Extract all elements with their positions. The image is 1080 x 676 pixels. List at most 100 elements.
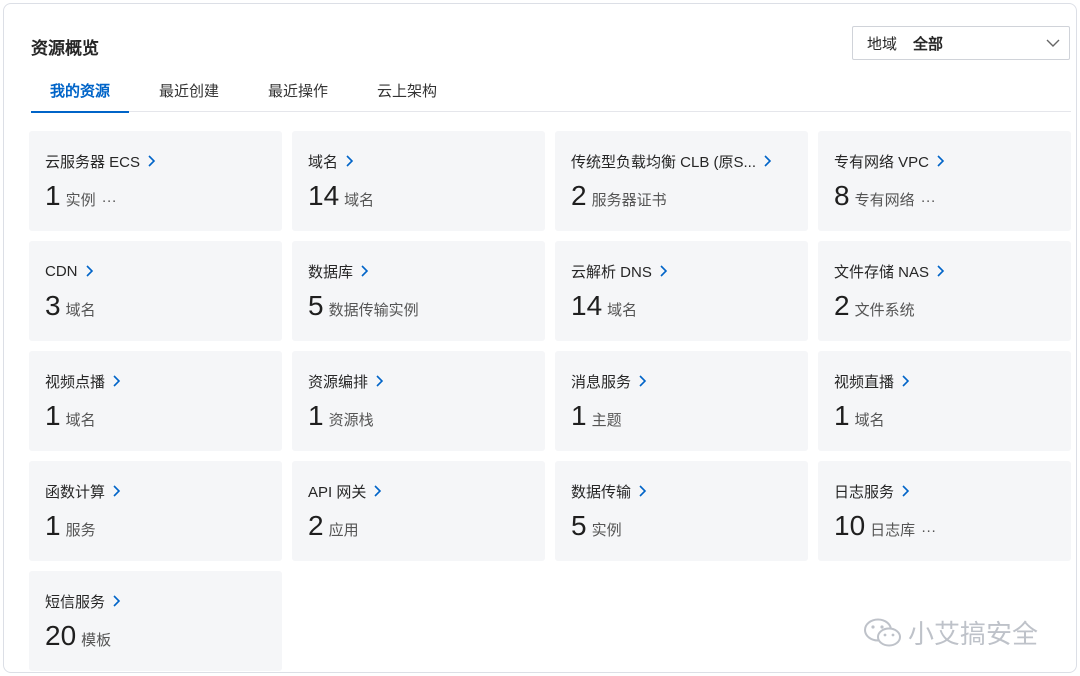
resource-unit: 域名 <box>854 412 885 429</box>
resource-name: 传统型负载均衡 CLB (原S... <box>571 153 757 171</box>
resource-card-header[interactable]: 云解析 DNS <box>571 261 792 281</box>
resource-card-body: 1 资源栈 <box>308 400 529 432</box>
chevron-right-icon <box>764 155 772 167</box>
resource-count: 2 <box>834 290 850 321</box>
resource-unit: 专有网络 <box>854 192 915 209</box>
resource-unit: 实例 <box>65 192 96 209</box>
resource-card[interactable]: 数据传输 5 实例 <box>555 461 808 561</box>
resource-name: 短信服务 <box>45 593 106 611</box>
resource-card-body: 2 应用 <box>308 510 529 542</box>
resource-card[interactable]: 资源编排 1 资源栈 <box>292 351 545 451</box>
chevron-right-icon <box>902 485 910 497</box>
resource-card-header[interactable]: 视频点播 <box>45 371 266 391</box>
chevron-down-icon <box>1046 39 1060 47</box>
more-ellipsis[interactable]: ··· <box>921 522 936 539</box>
resource-card[interactable]: 视频点播 1 域名 <box>29 351 282 451</box>
resource-card[interactable]: 函数计算 1 服务 <box>29 461 282 561</box>
resource-name: 云服务器 ECS <box>45 153 141 171</box>
resource-unit: 文件系统 <box>854 302 915 319</box>
chevron-right-icon <box>937 265 945 277</box>
resource-card[interactable]: API 网关 2 应用 <box>292 461 545 561</box>
resource-card-body: 2 服务器证书 <box>571 180 792 212</box>
resource-count: 8 <box>834 180 850 211</box>
resource-card-header[interactable]: 云服务器 ECS <box>45 151 266 171</box>
tab-bar: 我的资源 最近创建 最近操作 云上架构 <box>31 74 1071 113</box>
resource-card-header[interactable]: 传统型负载均衡 CLB (原S... <box>571 151 792 171</box>
resource-unit: 资源栈 <box>328 412 374 429</box>
watermark-text: 小艾搞安全 <box>908 619 1039 649</box>
resource-count: 1 <box>45 510 61 541</box>
resource-card[interactable]: 视频直播 1 域名 <box>818 351 1071 451</box>
resource-overview-panel: 资源概览 地域 全部 我的资源 最近创建 最近操作 云上架构 云服务器 ECS 1… <box>3 3 1077 673</box>
resource-card-body: 1 域名 <box>45 400 266 432</box>
chevron-right-icon <box>361 265 369 277</box>
more-ellipsis[interactable]: ··· <box>921 192 936 209</box>
chevron-right-icon <box>85 265 93 277</box>
tab-recent-operations[interactable]: 最近操作 <box>249 74 347 112</box>
resource-card-header[interactable]: 文件存储 NAS <box>834 261 1055 281</box>
resource-card-body: 14 域名 <box>308 180 529 212</box>
resource-count: 1 <box>308 400 324 431</box>
tab-recently-created[interactable]: 最近创建 <box>140 74 238 112</box>
resource-card-header[interactable]: 短信服务 <box>45 591 266 611</box>
resource-unit: 服务器证书 <box>591 192 667 209</box>
resource-unit: 服务 <box>65 522 96 539</box>
region-select[interactable]: 地域 全部 <box>852 26 1070 60</box>
chevron-right-icon <box>346 155 354 167</box>
resource-card[interactable]: 云解析 DNS 14 域名 <box>555 241 808 341</box>
resource-unit: 域名 <box>65 412 96 429</box>
resource-card-header[interactable]: 专有网络 VPC <box>834 151 1055 171</box>
resource-card[interactable]: 域名 14 域名 <box>292 131 545 231</box>
resource-card-header[interactable]: API 网关 <box>308 481 529 501</box>
resource-name: 文件存储 NAS <box>834 263 930 281</box>
resource-card[interactable]: 文件存储 NAS 2 文件系统 <box>818 241 1071 341</box>
resource-name: 消息服务 <box>571 373 632 391</box>
resource-count: 1 <box>571 400 587 431</box>
resource-card-body: 8 专有网络 ··· <box>834 180 1055 212</box>
resource-unit: 主题 <box>591 412 622 429</box>
resource-name: 资源编排 <box>308 373 369 391</box>
resource-card-body: 1 主题 <box>571 400 792 432</box>
resource-card-header[interactable]: 日志服务 <box>834 481 1055 501</box>
resource-card-header[interactable]: CDN <box>45 261 266 281</box>
resource-card[interactable]: 传统型负载均衡 CLB (原S... 2 服务器证书 <box>555 131 808 231</box>
resource-card-grid: 云服务器 ECS 1 实例 ··· 域名 14 域名 传统型负载均衡 CLB (原S... 2 服… <box>29 131 1071 671</box>
tab-cloud-architecture[interactable]: 云上架构 <box>358 74 456 112</box>
resource-card-header[interactable]: 数据库 <box>308 261 529 281</box>
more-ellipsis[interactable]: ··· <box>102 192 117 209</box>
tab-my-resources[interactable]: 我的资源 <box>31 74 130 113</box>
chevron-right-icon <box>113 485 121 497</box>
resource-card-header[interactable]: 数据传输 <box>571 481 792 501</box>
resource-card[interactable]: 专有网络 VPC 8 专有网络 ··· <box>818 131 1071 231</box>
resource-card-body: 14 域名 <box>571 290 792 322</box>
resource-card-header[interactable]: 视频直播 <box>834 371 1055 391</box>
resource-card-header[interactable]: 函数计算 <box>45 481 266 501</box>
resource-card[interactable]: 短信服务 20 模板 <box>29 571 282 671</box>
chevron-right-icon <box>639 485 647 497</box>
resource-card-body: 1 服务 <box>45 510 266 542</box>
resource-unit: 应用 <box>328 522 359 539</box>
chevron-right-icon <box>902 375 910 387</box>
resource-card[interactable]: CDN 3 域名 <box>29 241 282 341</box>
chevron-right-icon <box>148 155 156 167</box>
wechat-icon <box>864 618 901 646</box>
resource-card[interactable]: 消息服务 1 主题 <box>555 351 808 451</box>
resource-card-header[interactable]: 消息服务 <box>571 371 792 391</box>
resource-name: 日志服务 <box>834 483 895 501</box>
chevron-right-icon <box>660 265 667 277</box>
resource-card-body: 2 文件系统 <box>834 290 1055 322</box>
resource-name: 数据传输 <box>571 483 632 501</box>
resource-card[interactable]: 云服务器 ECS 1 实例 ··· <box>29 131 282 231</box>
resource-card-header[interactable]: 资源编排 <box>308 371 529 391</box>
resource-unit: 域名 <box>607 302 638 319</box>
watermark: 小艾搞安全 <box>862 614 1038 651</box>
resource-name: 云解析 DNS <box>571 263 652 281</box>
resource-card[interactable]: 数据库 5 数据传输实例 <box>292 241 545 341</box>
chevron-right-icon <box>374 485 382 497</box>
resource-card-body: 20 模板 <box>45 620 266 652</box>
resource-card[interactable]: 日志服务 10 日志库 ··· <box>818 461 1071 561</box>
resource-name: API 网关 <box>308 483 367 501</box>
resource-card-body: 5 实例 <box>571 510 792 542</box>
resource-card-header[interactable]: 域名 <box>308 151 529 171</box>
page-title: 资源概览 <box>31 39 99 58</box>
